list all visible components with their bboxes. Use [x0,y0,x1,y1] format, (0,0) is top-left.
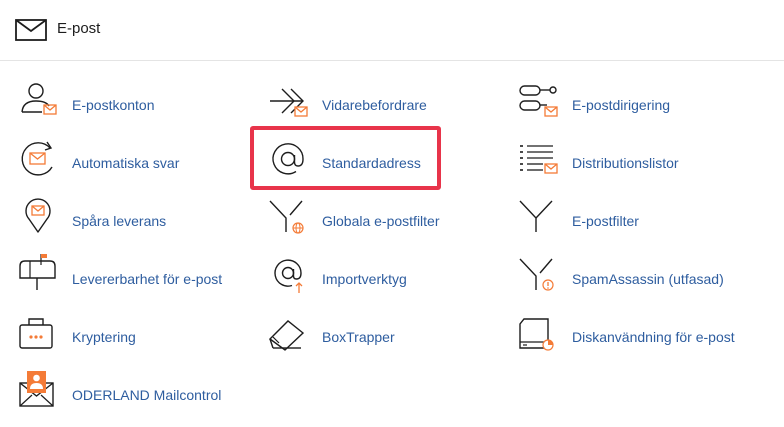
track-delivery-icon [17,191,63,241]
encryption-link[interactable]: Kryptering [17,307,257,357]
track-delivery-label: Spåra leverans [72,213,167,229]
autoresponders-link[interactable]: Automatiska svar [17,133,257,183]
oderland-mailcontrol-label: ODERLAND Mailcontrol [72,387,222,403]
email-disk-usage-link[interactable]: Diskanvändning för e-post [517,307,757,357]
boxtrapper-icon [267,307,313,357]
import-tool-link[interactable]: Importverktyg [267,249,507,299]
boxtrapper-link[interactable]: BoxTrapper [267,307,507,357]
import-tool-label: Importverktyg [322,271,407,287]
email-filters-icon [517,191,563,241]
email-filters-label: E-postfilter [572,213,639,229]
spamassassin-icon [517,249,563,299]
autoresponders-label: Automatiska svar [72,155,180,171]
email-routing-icon [517,75,563,125]
global-email-filters-link[interactable]: Globala e-postfilter [267,191,507,241]
default-address-icon [267,133,313,183]
oderland-mailcontrol-link[interactable]: ODERLAND Mailcontrol [17,365,257,415]
section-title: E-post [57,20,101,37]
email-deliverability-icon [17,249,63,299]
email-accounts-label: E-postkonton [72,97,155,113]
boxtrapper-label: BoxTrapper [322,329,395,345]
track-delivery-link[interactable]: Spåra leverans [17,191,257,241]
global-email-filters-label: Globala e-postfilter [322,213,440,229]
spamassassin-link[interactable]: SpamAssassin (utfasad) [517,249,757,299]
encryption-icon [17,307,63,357]
oderland-mailcontrol-icon [17,365,63,415]
email-accounts-link[interactable]: E-postkonton [17,75,257,125]
mailing-lists-icon [517,133,563,183]
email-filters-link[interactable]: E-postfilter [517,191,757,241]
email-deliverability-label: Levererbarhet för e-post [72,271,223,287]
default-address-label: Standardadress [322,155,421,171]
email-routing-label: E-postdirigering [572,97,671,113]
email-disk-usage-icon [517,307,563,357]
forwarders-label: Vidarebefordrare [322,97,427,113]
forwarders-icon [267,75,313,125]
default-address-link[interactable]: Standardadress [267,133,507,183]
email-deliverability-link[interactable]: Levererbarhet för e-post [17,249,257,299]
envelope-icon [15,19,47,41]
autoresponders-icon [17,133,63,183]
email-routing-link[interactable]: E-postdirigering [517,75,757,125]
encryption-label: Kryptering [72,329,136,345]
global-email-filters-icon [267,191,313,241]
email-section-header[interactable]: E-post [0,0,784,61]
spamassassin-label: SpamAssassin (utfasad) [572,271,724,287]
email-accounts-icon [17,75,63,125]
mailing-lists-link[interactable]: Distributionslistor [517,133,757,183]
email-disk-usage-label: Diskanvändning för e-post [572,329,735,345]
forwarders-link[interactable]: Vidarebefordrare [267,75,507,125]
import-tool-icon [267,249,313,299]
mailing-lists-label: Distributionslistor [572,155,679,171]
